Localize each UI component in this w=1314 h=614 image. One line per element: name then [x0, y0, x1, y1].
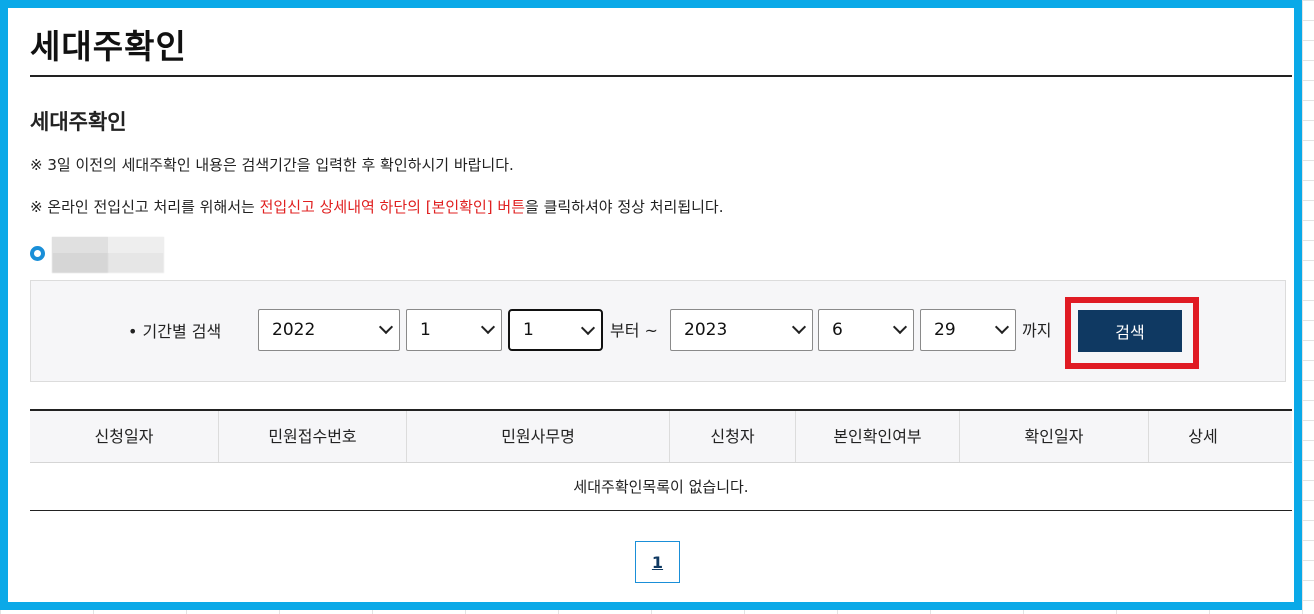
from-suffix: 부터 ~ — [610, 321, 658, 340]
to-day-select[interactable]: 29 — [920, 309, 1016, 351]
chevron-down-icon — [378, 319, 394, 335]
page-title: 세대주확인 — [30, 27, 187, 66]
household-option[interactable] — [30, 234, 190, 274]
redacted-name-top — [52, 237, 164, 253]
search-button[interactable]: 검색 — [1078, 310, 1182, 352]
from-day-value: 1 — [523, 320, 534, 340]
screenshot-frame: 세대주확인 세대주확인 ※ 3일 이전의 세대주확인 내용은 검색기간을 입력한… — [0, 0, 1302, 610]
to-year-value: 2023 — [684, 320, 728, 340]
to-month-select[interactable]: 6 — [818, 309, 914, 351]
title-divider — [30, 75, 1292, 77]
notice-online-move-in: ※ 온라인 전입신고 처리를 위해서는 전입신고 상세내역 하단의 [본인확인]… — [30, 196, 724, 217]
from-day-select[interactable]: 1 — [508, 309, 603, 351]
col-service-name: 민원사무명 — [407, 411, 670, 462]
col-receipt-number: 민원접수번호 — [219, 411, 407, 462]
to-year-select[interactable]: 2023 — [670, 309, 813, 351]
period-search-label: • 기간별 검색 — [128, 322, 222, 341]
from-year-value: 2022 — [272, 320, 316, 340]
notice-text-post: 을 클릭하셔야 정상 처리됩니다. — [525, 198, 724, 216]
chevron-down-icon — [791, 319, 807, 335]
table-header: 신청일자 민원접수번호 민원사무명 신청자 본인확인여부 확인일자 상세 — [30, 411, 1292, 463]
to-day-value: 29 — [934, 320, 956, 340]
chevron-down-icon — [892, 319, 908, 335]
col-detail: 상세 — [1188, 427, 1218, 446]
col-application-date: 신청일자 — [30, 411, 219, 462]
radio-button[interactable] — [30, 246, 45, 261]
from-month-value: 1 — [420, 320, 431, 340]
notice-search-period: ※ 3일 이전의 세대주확인 내용은 검색기간을 입력한 후 확인하시기 바랍니… — [30, 156, 514, 174]
from-year-select[interactable]: 2022 — [258, 309, 400, 351]
chevron-down-icon — [580, 320, 596, 336]
section-title: 세대주확인 — [30, 110, 127, 134]
col-confirmation-date: 확인일자 — [960, 411, 1149, 462]
from-month-select[interactable]: 1 — [406, 309, 502, 351]
col-identity-confirmed: 본인확인여부 — [796, 411, 960, 462]
to-suffix: 까지 — [1022, 321, 1052, 340]
period-search-panel: • 기간별 검색 2022 1 1 부터 ~ 2023 6 29 까지 검색 — [30, 280, 1286, 382]
chevron-down-icon — [994, 319, 1010, 335]
chevron-down-icon — [480, 319, 496, 335]
to-month-value: 6 — [832, 320, 843, 340]
household-confirmation-table: 신청일자 민원접수번호 민원사무명 신청자 본인확인여부 확인일자 상세 세대주… — [30, 409, 1292, 511]
notice-text-pre: ※ 온라인 전입신고 처리를 위해서는 — [30, 198, 260, 216]
col-applicant: 신청자 — [670, 411, 796, 462]
table-empty-message: 세대주확인목록이 없습니다. — [30, 463, 1292, 511]
pagination-page-1[interactable]: 1 — [635, 541, 680, 583]
notice-text-highlight: 전입신고 상세내역 하단의 [본인확인] 버튼 — [259, 198, 526, 216]
